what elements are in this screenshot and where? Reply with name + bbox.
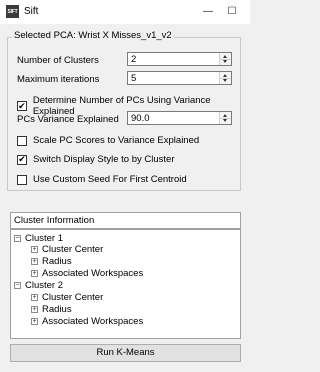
- tree-node-label[interactable]: Associated Workspaces: [42, 316, 143, 327]
- tree-node-cluster-center[interactable]: + Cluster Center: [31, 292, 103, 303]
- tree-node-associated-workspaces[interactable]: + Associated Workspaces: [31, 316, 143, 327]
- tree-node-label[interactable]: Radius: [42, 304, 72, 315]
- tree-node-label[interactable]: Cluster 1: [25, 233, 63, 244]
- tree-node-cluster-1[interactable]: − Cluster 1: [14, 233, 63, 244]
- collapse-icon[interactable]: −: [14, 282, 21, 289]
- tree-node-label[interactable]: Cluster 2: [25, 280, 63, 291]
- spin-down-icon[interactable]: [223, 79, 227, 82]
- tree-node-label[interactable]: Radius: [42, 256, 72, 267]
- tree-node-associated-workspaces[interactable]: + Associated Workspaces: [31, 268, 143, 279]
- custom-seed-checkbox-row[interactable]: Use Custom Seed For First Centroid: [17, 174, 187, 185]
- spin-down-icon[interactable]: [223, 60, 227, 63]
- group-title: Selected PCA: Wrist X Misses_v1_v2: [12, 30, 174, 41]
- switch-display-checkbox[interactable]: [17, 154, 27, 165]
- title-bar: SIFT Sift — ☐: [0, 0, 250, 24]
- pcs-variance-label: PCs Variance Explained: [17, 114, 119, 125]
- run-kmeans-button[interactable]: Run K-Means: [10, 344, 241, 362]
- tree-node-radius[interactable]: + Radius: [31, 304, 72, 315]
- expand-icon[interactable]: +: [31, 270, 38, 277]
- spin-up-icon[interactable]: [223, 74, 227, 77]
- expand-icon[interactable]: +: [31, 318, 38, 325]
- tree-node-cluster-2[interactable]: − Cluster 2: [14, 280, 63, 291]
- window-title: Sift: [24, 6, 39, 17]
- stepper-buttons[interactable]: [219, 72, 231, 84]
- switch-display-checkbox-row[interactable]: Switch Display Style to by Cluster: [17, 154, 175, 165]
- tree-node-label[interactable]: Associated Workspaces: [42, 268, 143, 279]
- pcs-variance-value[interactable]: 90.0: [131, 113, 150, 124]
- collapse-icon[interactable]: −: [14, 235, 21, 242]
- determine-pcs-checkbox[interactable]: [17, 101, 27, 111]
- maximize-icon[interactable]: ☐: [225, 4, 239, 18]
- scale-pc-label: Scale PC Scores to Variance Explained: [33, 135, 200, 146]
- spin-down-icon[interactable]: [223, 119, 227, 122]
- stepper-buttons[interactable]: [219, 112, 231, 124]
- number-of-clusters-value[interactable]: 2: [131, 54, 136, 65]
- tree-node-label[interactable]: Cluster Center: [42, 292, 103, 303]
- scale-pc-checkbox-row[interactable]: Scale PC Scores to Variance Explained: [17, 135, 199, 146]
- expand-icon[interactable]: +: [31, 306, 38, 313]
- minimize-icon[interactable]: —: [201, 4, 215, 18]
- expand-icon[interactable]: +: [31, 294, 38, 301]
- switch-display-label: Switch Display Style to by Cluster: [33, 154, 175, 165]
- custom-seed-label: Use Custom Seed For First Centroid: [33, 174, 187, 185]
- cluster-info-header: Cluster Information: [10, 212, 241, 229]
- tree-node-cluster-center[interactable]: + Cluster Center: [31, 244, 103, 255]
- tree-node-label[interactable]: Cluster Center: [42, 244, 103, 255]
- custom-seed-checkbox[interactable]: [17, 174, 27, 185]
- spin-up-icon[interactable]: [223, 114, 227, 117]
- max-iterations-value[interactable]: 5: [131, 73, 136, 84]
- app-logo-icon: SIFT: [6, 5, 19, 18]
- scale-pc-checkbox[interactable]: [17, 135, 27, 146]
- spin-up-icon[interactable]: [223, 55, 227, 58]
- pcs-variance-stepper[interactable]: 90.0: [127, 111, 232, 125]
- stepper-buttons[interactable]: [219, 53, 231, 65]
- max-iterations-label: Maximum iterations: [17, 74, 100, 85]
- expand-icon[interactable]: +: [31, 258, 38, 265]
- number-of-clusters-stepper[interactable]: 2: [127, 52, 232, 66]
- expand-icon[interactable]: +: [31, 246, 38, 253]
- tree-node-radius[interactable]: + Radius: [31, 256, 72, 267]
- max-iterations-stepper[interactable]: 5: [127, 71, 232, 85]
- number-of-clusters-label: Number of Clusters: [17, 55, 99, 66]
